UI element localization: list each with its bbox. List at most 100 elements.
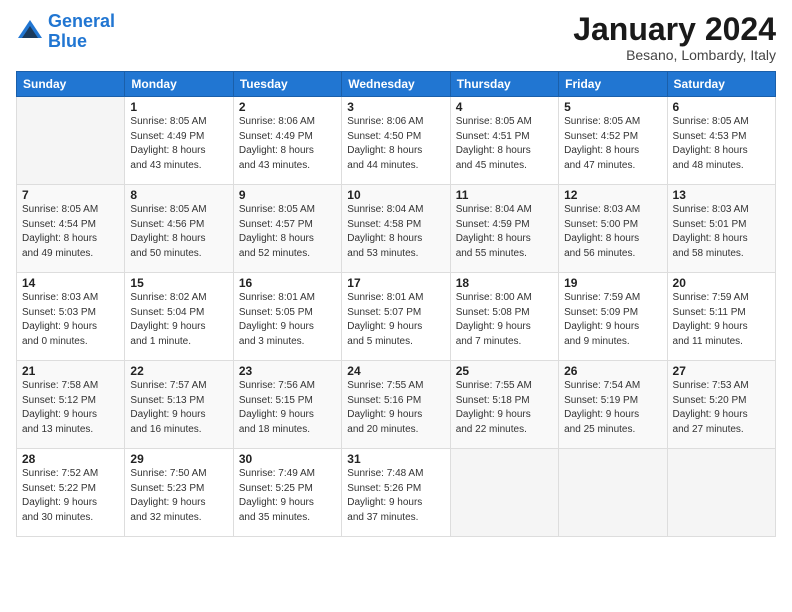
calendar-cell: 27Sunrise: 7:53 AMSunset: 5:20 PMDayligh…	[667, 361, 775, 449]
day-number: 31	[347, 452, 444, 466]
calendar-cell: 26Sunrise: 7:54 AMSunset: 5:19 PMDayligh…	[559, 361, 667, 449]
calendar-subtitle: Besano, Lombardy, Italy	[573, 47, 776, 63]
day-info: Sunrise: 7:56 AMSunset: 5:15 PMDaylight:…	[239, 379, 336, 437]
day-info: Sunrise: 8:05 AMSunset: 4:53 PMDaylight:…	[673, 115, 770, 173]
calendar-cell: 24Sunrise: 7:55 AMSunset: 5:16 PMDayligh…	[342, 361, 450, 449]
calendar-cell	[450, 449, 558, 537]
calendar-cell: 20Sunrise: 7:59 AMSunset: 5:11 PMDayligh…	[667, 273, 775, 361]
calendar-cell: 6Sunrise: 8:05 AMSunset: 4:53 PMDaylight…	[667, 97, 775, 185]
title-block: January 2024 Besano, Lombardy, Italy	[573, 12, 776, 63]
day-info: Sunrise: 8:05 AMSunset: 4:54 PMDaylight:…	[22, 203, 119, 261]
day-number: 4	[456, 100, 553, 114]
day-number: 30	[239, 452, 336, 466]
calendar-week-row: 14Sunrise: 8:03 AMSunset: 5:03 PMDayligh…	[17, 273, 776, 361]
day-number: 1	[130, 100, 227, 114]
day-info: Sunrise: 8:06 AMSunset: 4:50 PMDaylight:…	[347, 115, 444, 173]
calendar-cell: 13Sunrise: 8:03 AMSunset: 5:01 PMDayligh…	[667, 185, 775, 273]
day-info: Sunrise: 7:59 AMSunset: 5:11 PMDaylight:…	[673, 291, 770, 349]
day-info: Sunrise: 7:50 AMSunset: 5:23 PMDaylight:…	[130, 467, 227, 525]
day-info: Sunrise: 7:55 AMSunset: 5:18 PMDaylight:…	[456, 379, 553, 437]
day-info: Sunrise: 8:02 AMSunset: 5:04 PMDaylight:…	[130, 291, 227, 349]
day-number: 13	[673, 188, 770, 202]
calendar-week-row: 1Sunrise: 8:05 AMSunset: 4:49 PMDaylight…	[17, 97, 776, 185]
day-number: 14	[22, 276, 119, 290]
day-number: 22	[130, 364, 227, 378]
day-number: 20	[673, 276, 770, 290]
day-info: Sunrise: 7:58 AMSunset: 5:12 PMDaylight:…	[22, 379, 119, 437]
logo-icon	[16, 18, 44, 46]
calendar-cell	[17, 97, 125, 185]
day-number: 7	[22, 188, 119, 202]
day-info: Sunrise: 8:00 AMSunset: 5:08 PMDaylight:…	[456, 291, 553, 349]
day-info: Sunrise: 7:52 AMSunset: 5:22 PMDaylight:…	[22, 467, 119, 525]
calendar-cell: 8Sunrise: 8:05 AMSunset: 4:56 PMDaylight…	[125, 185, 233, 273]
calendar-header-day: Wednesday	[342, 72, 450, 97]
calendar-cell: 12Sunrise: 8:03 AMSunset: 5:00 PMDayligh…	[559, 185, 667, 273]
day-number: 10	[347, 188, 444, 202]
day-number: 26	[564, 364, 661, 378]
day-info: Sunrise: 8:05 AMSunset: 4:49 PMDaylight:…	[130, 115, 227, 173]
calendar-cell	[559, 449, 667, 537]
day-info: Sunrise: 7:55 AMSunset: 5:16 PMDaylight:…	[347, 379, 444, 437]
calendar-cell: 1Sunrise: 8:05 AMSunset: 4:49 PMDaylight…	[125, 97, 233, 185]
day-info: Sunrise: 7:48 AMSunset: 5:26 PMDaylight:…	[347, 467, 444, 525]
day-info: Sunrise: 8:01 AMSunset: 5:05 PMDaylight:…	[239, 291, 336, 349]
day-number: 28	[22, 452, 119, 466]
day-number: 16	[239, 276, 336, 290]
calendar-header-day: Saturday	[667, 72, 775, 97]
calendar-week-row: 7Sunrise: 8:05 AMSunset: 4:54 PMDaylight…	[17, 185, 776, 273]
calendar-cell: 11Sunrise: 8:04 AMSunset: 4:59 PMDayligh…	[450, 185, 558, 273]
calendar-cell	[667, 449, 775, 537]
day-number: 11	[456, 188, 553, 202]
calendar-cell: 5Sunrise: 8:05 AMSunset: 4:52 PMDaylight…	[559, 97, 667, 185]
day-number: 2	[239, 100, 336, 114]
day-number: 24	[347, 364, 444, 378]
calendar-cell: 18Sunrise: 8:00 AMSunset: 5:08 PMDayligh…	[450, 273, 558, 361]
calendar-header-day: Friday	[559, 72, 667, 97]
calendar-cell: 2Sunrise: 8:06 AMSunset: 4:49 PMDaylight…	[233, 97, 341, 185]
day-info: Sunrise: 8:05 AMSunset: 4:52 PMDaylight:…	[564, 115, 661, 173]
calendar-header-day: Tuesday	[233, 72, 341, 97]
day-number: 8	[130, 188, 227, 202]
day-number: 5	[564, 100, 661, 114]
calendar-cell: 29Sunrise: 7:50 AMSunset: 5:23 PMDayligh…	[125, 449, 233, 537]
calendar-cell: 23Sunrise: 7:56 AMSunset: 5:15 PMDayligh…	[233, 361, 341, 449]
calendar-cell: 22Sunrise: 7:57 AMSunset: 5:13 PMDayligh…	[125, 361, 233, 449]
day-info: Sunrise: 8:05 AMSunset: 4:51 PMDaylight:…	[456, 115, 553, 173]
calendar-header-day: Sunday	[17, 72, 125, 97]
day-info: Sunrise: 7:59 AMSunset: 5:09 PMDaylight:…	[564, 291, 661, 349]
day-info: Sunrise: 8:03 AMSunset: 5:03 PMDaylight:…	[22, 291, 119, 349]
calendar-header-row: SundayMondayTuesdayWednesdayThursdayFrid…	[17, 72, 776, 97]
day-info: Sunrise: 8:05 AMSunset: 4:57 PMDaylight:…	[239, 203, 336, 261]
day-number: 15	[130, 276, 227, 290]
day-info: Sunrise: 8:01 AMSunset: 5:07 PMDaylight:…	[347, 291, 444, 349]
day-number: 12	[564, 188, 661, 202]
calendar-title: January 2024	[573, 12, 776, 47]
calendar-cell: 9Sunrise: 8:05 AMSunset: 4:57 PMDaylight…	[233, 185, 341, 273]
header: General Blue January 2024 Besano, Lombar…	[16, 12, 776, 63]
calendar-cell: 30Sunrise: 7:49 AMSunset: 5:25 PMDayligh…	[233, 449, 341, 537]
calendar-cell: 15Sunrise: 8:02 AMSunset: 5:04 PMDayligh…	[125, 273, 233, 361]
calendar-table: SundayMondayTuesdayWednesdayThursdayFrid…	[16, 71, 776, 537]
day-info: Sunrise: 7:49 AMSunset: 5:25 PMDaylight:…	[239, 467, 336, 525]
calendar-cell: 3Sunrise: 8:06 AMSunset: 4:50 PMDaylight…	[342, 97, 450, 185]
calendar-header-day: Thursday	[450, 72, 558, 97]
day-info: Sunrise: 8:06 AMSunset: 4:49 PMDaylight:…	[239, 115, 336, 173]
day-number: 27	[673, 364, 770, 378]
day-number: 25	[456, 364, 553, 378]
calendar-cell: 28Sunrise: 7:52 AMSunset: 5:22 PMDayligh…	[17, 449, 125, 537]
calendar-cell: 7Sunrise: 8:05 AMSunset: 4:54 PMDaylight…	[17, 185, 125, 273]
day-number: 3	[347, 100, 444, 114]
day-number: 17	[347, 276, 444, 290]
day-number: 19	[564, 276, 661, 290]
day-number: 9	[239, 188, 336, 202]
day-info: Sunrise: 8:04 AMSunset: 4:58 PMDaylight:…	[347, 203, 444, 261]
day-number: 18	[456, 276, 553, 290]
calendar-week-row: 28Sunrise: 7:52 AMSunset: 5:22 PMDayligh…	[17, 449, 776, 537]
calendar-cell: 16Sunrise: 8:01 AMSunset: 5:05 PMDayligh…	[233, 273, 341, 361]
day-info: Sunrise: 7:53 AMSunset: 5:20 PMDaylight:…	[673, 379, 770, 437]
calendar-cell: 14Sunrise: 8:03 AMSunset: 5:03 PMDayligh…	[17, 273, 125, 361]
calendar-cell: 19Sunrise: 7:59 AMSunset: 5:09 PMDayligh…	[559, 273, 667, 361]
day-info: Sunrise: 8:05 AMSunset: 4:56 PMDaylight:…	[130, 203, 227, 261]
calendar-cell: 31Sunrise: 7:48 AMSunset: 5:26 PMDayligh…	[342, 449, 450, 537]
